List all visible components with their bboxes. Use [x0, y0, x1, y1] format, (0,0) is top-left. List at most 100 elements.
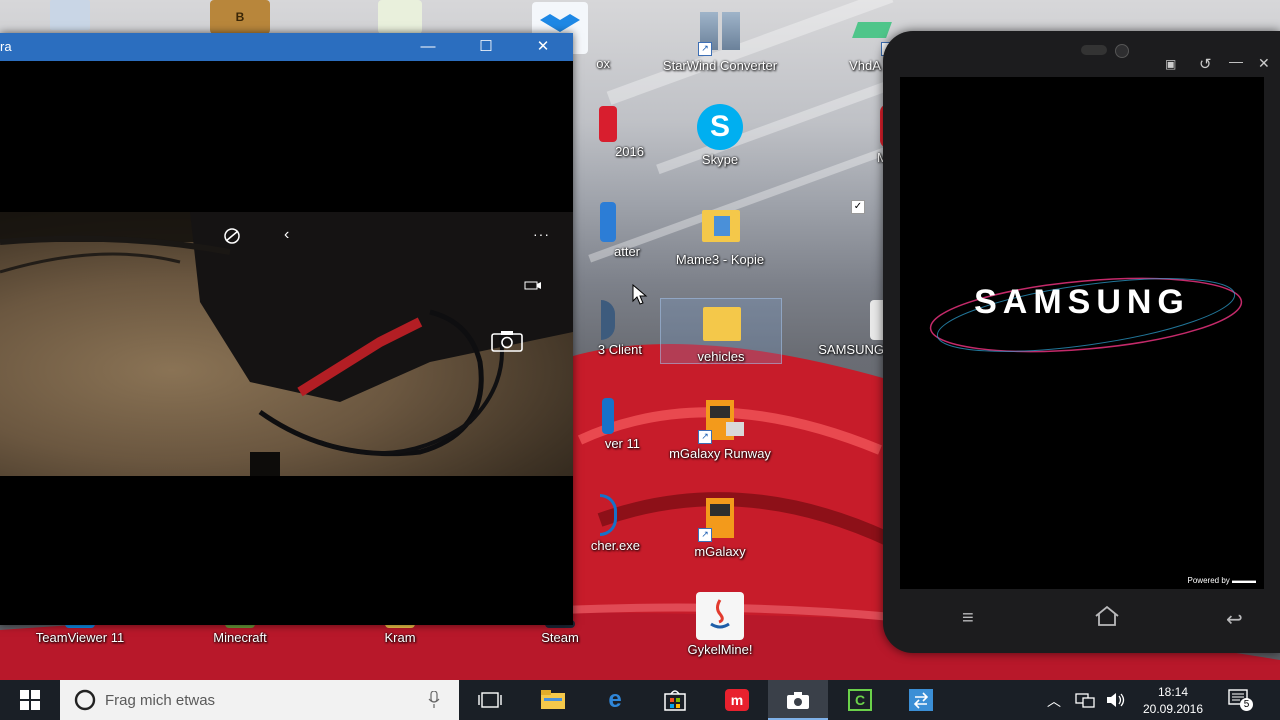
minimize-icon[interactable]: — — [1229, 53, 1243, 69]
desktop-icon-label: mGalaxy Runway — [669, 446, 771, 461]
clock-date: 20.09.2016 — [1142, 702, 1204, 716]
network-icon[interactable] — [1075, 691, 1095, 712]
disk-drive-icon: ↗ — [841, 8, 895, 56]
windows-taskbar: Frag mich etwas e m C ︿ 18:14 20.09.2016… — [0, 680, 1280, 720]
more-options-icon[interactable]: ··· — [533, 226, 550, 242]
taskbar-camera[interactable] — [768, 680, 828, 720]
action-center-button[interactable]: 5 — [1228, 688, 1253, 713]
dos-box-icon: B — [210, 0, 270, 34]
desktop-icon-label: mGalaxy — [694, 544, 746, 559]
memu-icon: m — [725, 689, 749, 711]
emulator-logo-icon: ▬▬▬ — [1232, 576, 1256, 585]
taskbar-store[interactable] — [645, 680, 705, 720]
minimize-icon: — — [420, 38, 436, 55]
close-button[interactable]: ✕ — [520, 33, 566, 61]
desktop-icon-dos[interactable]: B — [180, 0, 300, 34]
taskbar-app-blue[interactable] — [891, 680, 951, 720]
taskbar-edge[interactable]: e — [585, 680, 645, 720]
task-view-button[interactable] — [460, 680, 520, 720]
arcade-cabinet-icon: ↗ — [696, 494, 744, 542]
windows-logo-icon — [20, 690, 40, 710]
close-icon: ✕ — [536, 38, 550, 55]
camera-icon — [491, 331, 523, 352]
cortana-icon — [74, 689, 96, 711]
app-icon — [600, 202, 616, 242]
desktop-icon-label: Kram — [384, 630, 416, 645]
notification-badge: 5 — [1240, 698, 1253, 711]
file-explorer-icon — [541, 690, 565, 709]
check-icon: ✓ — [851, 200, 865, 214]
folder-icon — [696, 202, 744, 250]
screenshot-icon[interactable]: ▣ — [1165, 57, 1176, 71]
app-icon — [599, 106, 617, 142]
microphone-icon[interactable] — [428, 691, 440, 709]
collapse-chevron-icon[interactable]: ‹ — [284, 226, 289, 244]
recycle-bin-icon — [50, 0, 90, 30]
samsung-boot-logo: SAMSUNG — [974, 283, 1190, 321]
desktop-icon-gykelmine[interactable]: GykelMine! — [660, 592, 780, 657]
skype-icon: S — [697, 104, 743, 150]
server-stack-icon: ↗ — [696, 8, 744, 56]
video-mode-icon[interactable] — [524, 278, 542, 294]
phone-front-camera — [1115, 44, 1129, 58]
home-icon — [1095, 605, 1119, 626]
app-icon: C — [848, 689, 872, 711]
notepad-icon — [378, 0, 422, 34]
taskbar-memu[interactable]: m — [707, 680, 767, 720]
close-icon[interactable]: ✕ — [1258, 55, 1270, 72]
edge-icon: e — [608, 686, 622, 713]
back-button[interactable]: ↩ — [1226, 607, 1243, 632]
taskbar-file-explorer[interactable] — [523, 680, 583, 720]
arcade-cabinet-icon: ↗ — [696, 396, 744, 444]
desktop-icon-notepad[interactable] — [340, 0, 460, 34]
phone-earpiece — [1081, 45, 1107, 55]
window-title: ra — [0, 39, 12, 54]
menu-button[interactable]: ≡ — [962, 607, 974, 630]
task-view-icon — [478, 692, 502, 708]
folder-icon — [697, 299, 745, 347]
cortana-search-box[interactable]: Frag mich etwas — [60, 680, 459, 720]
taskbar-clock[interactable]: 18:14 20.09.2016 — [1133, 684, 1213, 718]
desktop-icon-label: Steam — [541, 630, 579, 645]
camera-viewfinder: ‹ ··· — [0, 212, 573, 476]
desktop-icon-label: TeamViewer 11 — [35, 630, 125, 645]
desktop-icon-label: Skype — [701, 152, 739, 167]
desktop-icon-label: Minecraft — [213, 630, 267, 645]
rotate-icon[interactable]: ↺ — [1199, 55, 1212, 73]
desktop-icon-mame3-kopie[interactable]: Mame3 - Kopie — [660, 202, 780, 267]
home-button[interactable] — [1094, 605, 1120, 633]
desktop-icon-label: Mame3 - Kopie — [675, 252, 765, 267]
hdr-off-icon[interactable] — [223, 227, 241, 248]
show-hidden-icons-chevron[interactable]: ︿ — [1047, 691, 1061, 711]
phone-navigation-bar: ≡ ↩ — [900, 599, 1264, 639]
volume-icon[interactable] — [1105, 691, 1127, 712]
camera-titlebar[interactable]: ra — ☐ ✕ — [0, 33, 573, 61]
maximize-icon: ☐ — [479, 38, 493, 55]
desktop-icon-mgalaxy[interactable]: ↗ mGalaxy — [660, 494, 780, 559]
desktop-icon-skype[interactable]: S Skype — [660, 104, 780, 167]
android-emulator-window[interactable]: ▣ ↺ — ✕ SAMSUNG Powered by ▬▬▬ ≡ ↩ — [883, 31, 1280, 653]
camera-app-window[interactable]: ra — ☐ ✕ ‹ ··· — [0, 33, 573, 625]
camera-scene — [0, 212, 573, 476]
app-icon — [602, 398, 614, 434]
phone-screen[interactable]: SAMSUNG Powered by ▬▬▬ — [900, 77, 1264, 589]
maximize-button[interactable]: ☐ — [463, 33, 509, 61]
app-icon — [601, 300, 615, 340]
minimize-button[interactable]: — — [405, 33, 451, 61]
taskbar-app-green[interactable]: C — [830, 680, 890, 720]
java-icon — [696, 592, 744, 640]
start-button[interactable] — [0, 680, 60, 720]
desktop-icon-recycle-bin[interactable] — [10, 0, 130, 30]
desktop-icon-mgalaxy-runway[interactable]: ↗ mGalaxy Runway — [660, 396, 780, 461]
desktop-icon-label: GykelMine! — [687, 642, 753, 657]
mouse-cursor-icon — [632, 284, 648, 305]
desktop-icon-label: StarWind Converter — [662, 58, 778, 73]
store-icon — [664, 690, 686, 711]
take-photo-button[interactable] — [491, 330, 523, 355]
desktop-icon-starwind[interactable]: ↗ StarWind Converter — [660, 8, 780, 73]
camera-icon — [787, 692, 809, 709]
powered-by-text: Powered by ▬▬▬ — [1187, 576, 1256, 585]
desktop-icon-label: vehicles — [697, 349, 745, 364]
desktop-icon-vehicles[interactable]: vehicles — [660, 298, 782, 364]
transfer-icon — [909, 689, 933, 711]
